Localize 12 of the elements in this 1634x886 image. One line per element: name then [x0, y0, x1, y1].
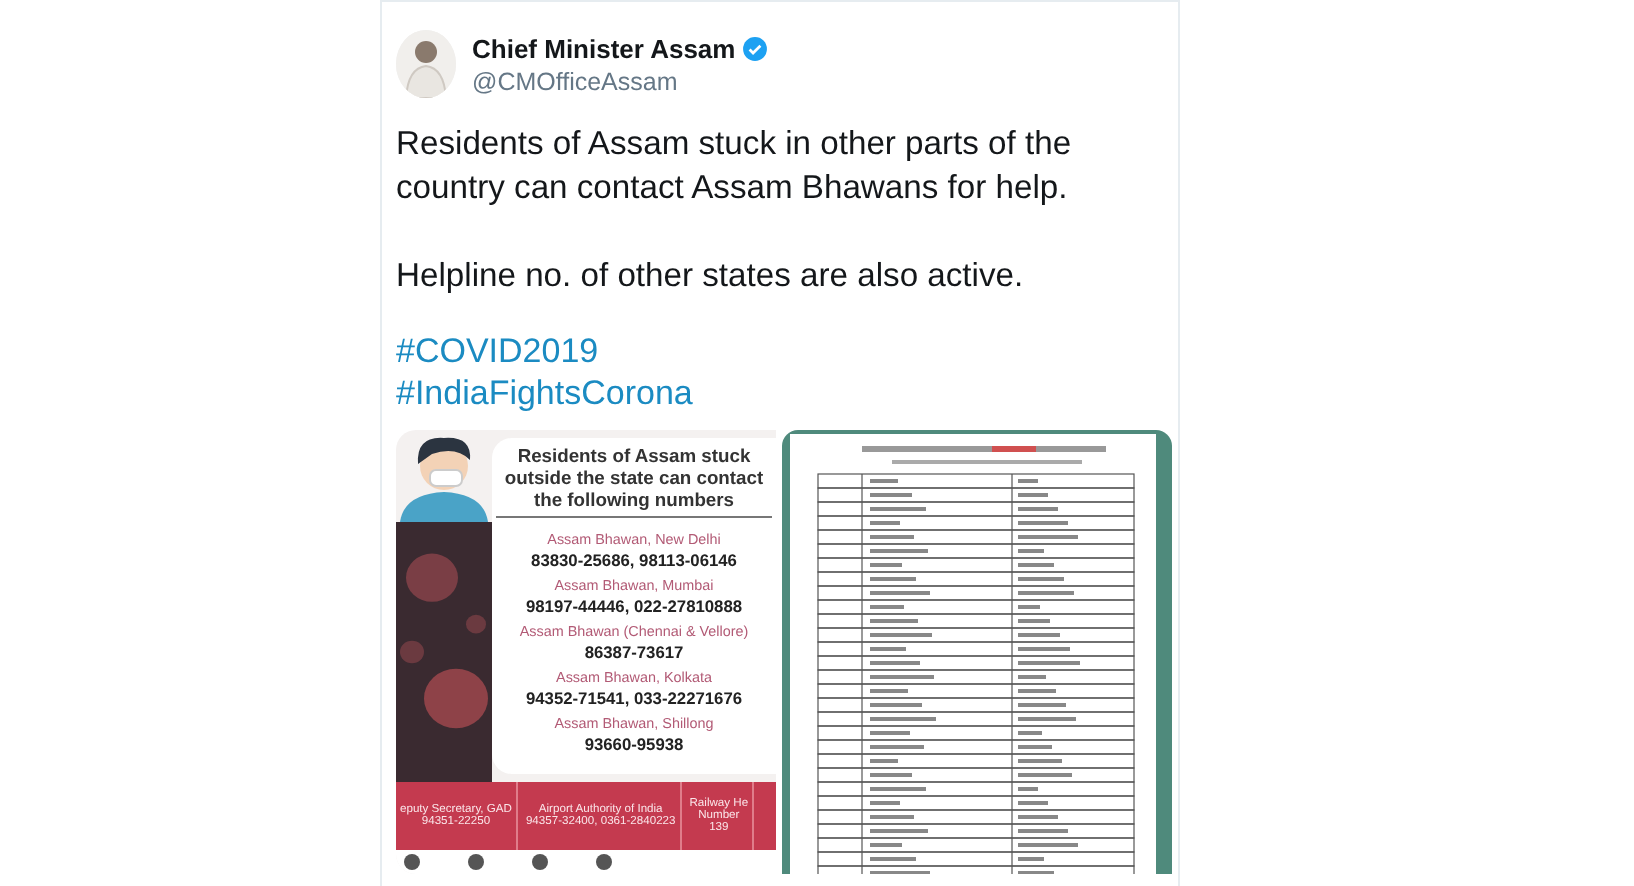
tweet-text: Helpline no. of other states are also active.	[396, 254, 1026, 298]
tweet-text: Residents of Assam stuck in other parts of the country can contact Assam Bhawans for help.	[396, 122, 1074, 210]
author-handle[interactable]: @CMOfficeAssam	[472, 67, 768, 95]
author-name[interactable]: Chief Minister Assam	[472, 33, 736, 63]
hashtag-link[interactable]: #IndiaFightsCorona	[396, 372, 1178, 414]
contact-number: 93660-95938	[584, 734, 684, 754]
contact-number: 83830-25686, 98113-06146	[531, 550, 737, 570]
contact-number: 98197-44446, 022-27810888	[525, 596, 743, 616]
contact-number: 86387-73617	[584, 642, 684, 662]
hashtag-link[interactable]: #COVID2019	[396, 330, 1178, 372]
contact-number: 94352-71541, 033-22271676	[525, 688, 743, 708]
poster-headline: Residents of Assam stuck outside the state can contact the following numbers	[496, 444, 772, 518]
